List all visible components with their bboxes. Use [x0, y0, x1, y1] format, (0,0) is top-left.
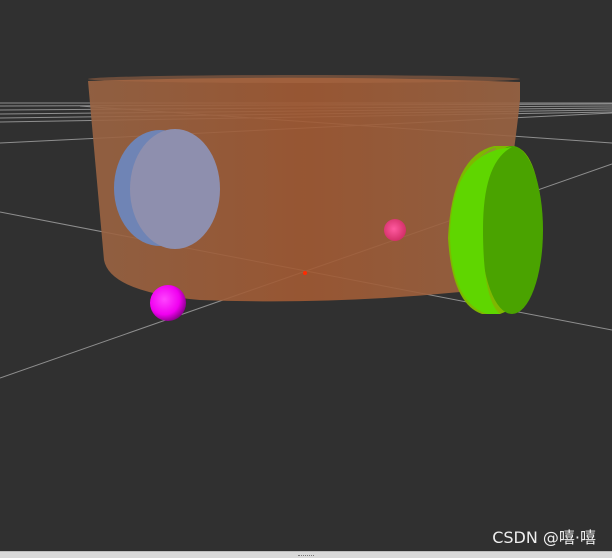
lidar-disc [114, 129, 220, 249]
bottom-splitter-bar[interactable] [0, 551, 612, 558]
drag-handle-icon[interactable] [294, 552, 318, 558]
caster-sphere-left [150, 285, 186, 321]
rviz-3d-viewport[interactable]: CSDN @嘻·嘻 [0, 0, 612, 558]
origin-marker [303, 271, 307, 275]
sensor-sphere [384, 219, 406, 241]
scene-canvas[interactable] [0, 0, 612, 558]
robot-model[interactable] [88, 75, 543, 321]
